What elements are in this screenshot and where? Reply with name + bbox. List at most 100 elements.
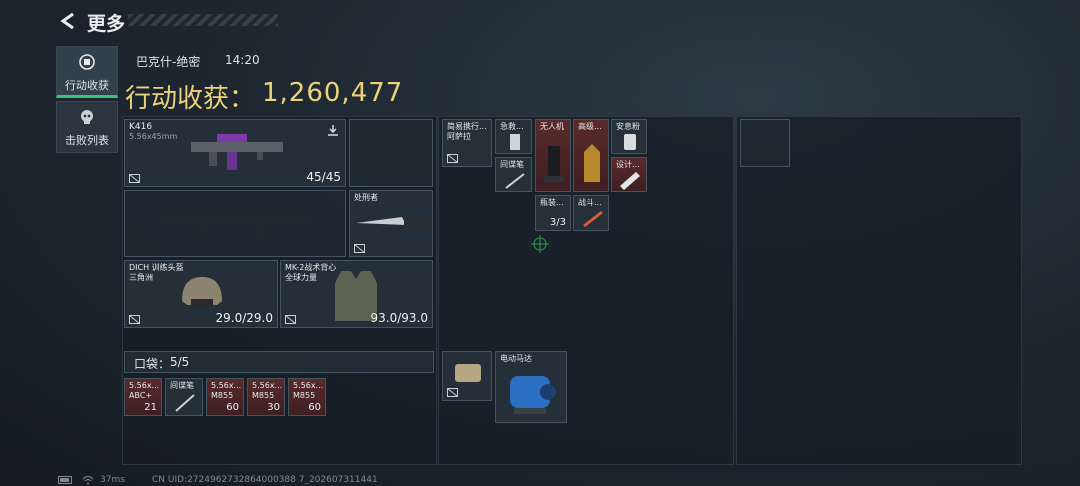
armor-faction: 全球力量 [285,273,317,282]
battery-icon [58,476,72,484]
item-name: 设计... [616,160,640,169]
motor-icon [510,376,556,414]
drone-icon [544,146,564,182]
uid-text: CN UID:2724962732864000388 7_20260731144… [152,475,378,485]
item-sub: M855 [293,391,316,400]
backpack-item-combat[interactable]: 战斗... [573,195,609,231]
tab-harvest[interactable]: 行动收获 [56,46,118,98]
item-name: 5.56x... [211,381,242,390]
primary-weapon-slot[interactable]: K416 5.56x45mm 45/45 [124,119,346,187]
item-name: 高级... [578,122,602,131]
lock-icon [285,315,296,324]
item-name: 无人机 [540,122,564,131]
weapon-ammo: 45/45 [306,170,341,184]
backpack-item-bottle[interactable]: 瓶装... 3/3 [535,195,571,231]
case-icon [455,364,481,382]
helmet-durability: 29.0/29.0 [215,311,273,325]
backpack-item-design[interactable]: 设计... [611,157,647,192]
sidearm-slot[interactable] [349,119,433,187]
item-name: 战斗... [578,198,602,207]
ammo-box-icon [584,144,600,182]
item-name: 5.56x... [252,381,283,390]
lock-icon [447,154,458,163]
knife-icon [356,217,428,227]
item-name: 间谍笔 [170,381,194,390]
document-icon [620,172,640,190]
skull-icon [81,110,93,124]
backpack-item-drone[interactable]: 无人机 [535,119,571,192]
harvest-label: 行动收获： [125,84,256,114]
pocket-item-2[interactable]: 间谍笔 [165,378,203,416]
wifi-icon [82,476,94,485]
weapon-name: K416 [129,122,153,132]
item-count: 21 [144,402,157,413]
item-name: 电动马达 [500,354,532,363]
harvest-value: 1,260,477 [262,78,404,108]
pocket-value: 5/5 [170,355,190,369]
rifle-icon [191,134,283,170]
rifle-silhouette-icon [153,215,315,245]
pocket-item-1[interactable]: 5.56x... ABC+ 21 [124,378,162,416]
melee-name: 处刑者 [354,193,378,202]
item-name: 简易携行... [447,122,487,131]
item-name: 间谍笔 [500,160,524,169]
backpack-secure-slot[interactable] [442,351,492,401]
ping-text: 37ms [100,475,125,485]
jar-icon [624,134,636,150]
lock-icon [129,174,140,183]
item-name: 急救... [500,122,524,131]
back-icon[interactable] [58,11,78,31]
helmet-faction: 三角洲 [129,273,153,282]
tab-kills[interactable]: 击败列表 [56,101,118,153]
backpack-item-advanced[interactable]: 高级... [573,119,609,192]
weapon-caliber: 5.56x45mm [129,132,178,141]
item-count: 30 [267,402,280,413]
lock-icon [447,388,458,397]
pocket-item-5[interactable]: 5.56x... M855 60 [288,378,326,416]
extra-backpack-slot[interactable] [740,119,790,167]
pen-icon [505,173,525,189]
lock-icon [129,315,140,324]
pen-icon [175,394,195,412]
backpack-bag-slot[interactable]: 简易携行... 阿萨拉 [442,119,492,167]
item-sub: ABC+ [129,391,153,400]
item-count: 60 [308,402,321,413]
header-decoration [128,14,278,26]
medkit-icon [510,134,520,150]
pocket-label: 口袋： [134,357,171,371]
lock-icon [354,244,365,253]
page-title: 更多 [87,13,126,35]
armor-name: MK-2战术背心 [285,263,337,272]
helmet-slot[interactable]: DICH 训练头盔 三角洲 29.0/29.0 [124,260,278,328]
item-sub: 阿萨拉 [447,132,471,141]
map-name: 巴克什-绝密 [136,55,201,69]
item-sub: M855 [211,391,234,400]
helmet-name: DICH 训练头盔 [129,263,184,272]
backpack-item-spypen[interactable]: 间谍笔 [495,157,532,192]
item-sub: M855 [252,391,275,400]
extra-panel [736,116,1022,465]
harvest-icon [79,54,95,70]
syringe-icon [583,210,603,228]
item-count: 60 [226,402,239,413]
item-name: 5.56x... [293,381,324,390]
backpack-item-motor[interactable]: 电动马达 [495,351,567,423]
pocket-item-4[interactable]: 5.56x... M855 30 [247,378,285,416]
melee-slot[interactable]: 处刑者 [349,190,433,257]
item-name: 瓶装... [540,198,564,207]
tab-harvest-label: 行动收获 [65,79,109,92]
item-name: 5.56x... [129,381,160,390]
match-time: 14:20 [225,53,260,67]
backpack-silhouette-icon [755,134,777,158]
secondary-weapon-slot[interactable] [124,190,346,257]
tab-kills-label: 击败列表 [65,134,109,147]
download-icon[interactable] [327,124,339,136]
crosshair-icon [531,235,549,253]
pistol-silhouette-icon [364,138,420,170]
armor-slot[interactable]: MK-2战术背心 全球力量 93.0/93.0 [280,260,433,328]
backpack-item-powder[interactable]: 安息粉 [611,119,647,154]
item-count: 3/3 [549,217,566,228]
pocket-item-3[interactable]: 5.56x... M855 60 [206,378,244,416]
backpack-item-firstaid[interactable]: 急救... [495,119,532,154]
armor-durability: 93.0/93.0 [370,311,428,325]
